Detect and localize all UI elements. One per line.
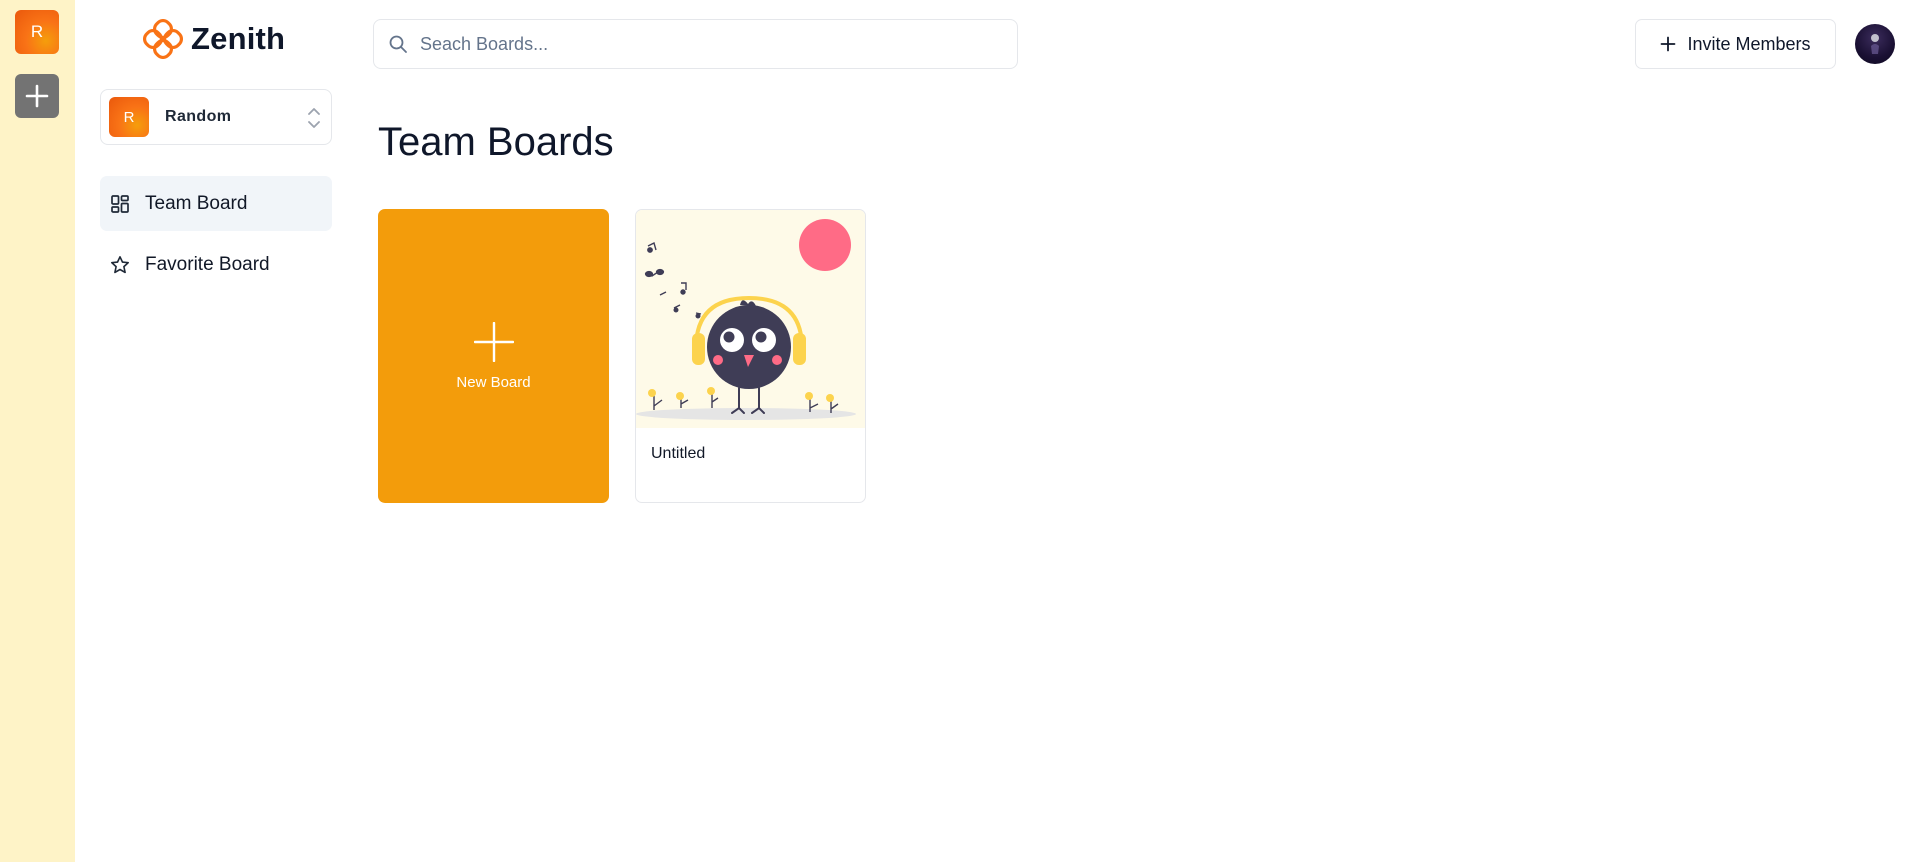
zenith-logo-icon	[143, 19, 183, 59]
search-input[interactable]	[418, 32, 982, 56]
sidebar-item-label: Favorite Board	[145, 253, 270, 275]
new-board-label: New Board	[456, 373, 531, 391]
workspace-name: Random	[165, 108, 232, 125]
sidebar-item-label: Team Board	[145, 192, 248, 214]
add-org-button[interactable]	[15, 74, 59, 118]
workspace-avatar: R	[109, 97, 149, 137]
workspace-initial: R	[123, 108, 135, 126]
user-avatar-image	[1871, 34, 1879, 54]
star-icon	[110, 255, 130, 275]
sidebar-item-favorite-board[interactable]: Favorite Board	[100, 237, 332, 292]
invite-members-label: Invite Members	[1687, 33, 1811, 54]
org-tile-random[interactable]: R	[15, 10, 59, 54]
board-thumbnail	[636, 210, 865, 428]
chevron-up-down-icon	[308, 108, 320, 128]
page-title: Team Boards	[378, 120, 614, 164]
org-initial: R	[30, 22, 44, 41]
workspace-switcher[interactable]: R Random	[100, 89, 332, 145]
invite-members-button[interactable]: Invite Members	[1635, 19, 1836, 69]
plus-icon	[25, 84, 49, 108]
new-board-button[interactable]: New Board	[378, 209, 609, 503]
brand-name: Zenith	[191, 21, 286, 56]
search-icon	[388, 34, 408, 54]
org-rail: R	[0, 0, 75, 862]
brand-logo[interactable]: Zenith	[143, 18, 285, 60]
board-title: Untitled	[651, 445, 706, 462]
board-card[interactable]: Untitled	[635, 209, 866, 503]
user-avatar[interactable]	[1855, 24, 1895, 64]
bird-with-headphones-illustration	[636, 219, 856, 420]
sidebar-item-team-board[interactable]: Team Board	[100, 176, 332, 231]
search-bar	[373, 19, 1018, 69]
plus-icon	[1661, 36, 1676, 52]
dashboard-grid-icon	[110, 194, 130, 214]
plus-icon	[473, 321, 514, 362]
